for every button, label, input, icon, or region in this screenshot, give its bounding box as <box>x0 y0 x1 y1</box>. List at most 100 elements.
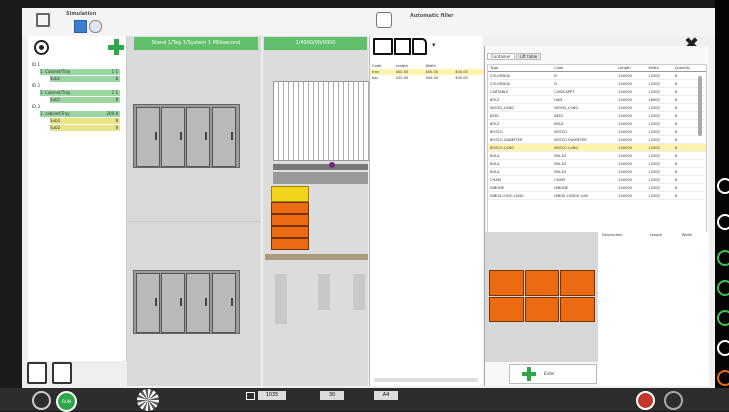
table-row[interactable]: CHAM CHAM 240000 12000 6 <box>488 175 706 184</box>
tab-0[interactable]: Container <box>487 53 515 60</box>
table-cell: WOOD_LONG <box>552 103 617 112</box>
tray-cell[interactable] <box>524 296 560 322</box>
horizontal-scrollbar[interactable] <box>374 378 478 382</box>
table-cell: 12000 <box>646 175 673 184</box>
camera-icon[interactable] <box>32 391 51 410</box>
tree-item-value: 8 <box>115 118 118 123</box>
tray-cell[interactable] <box>489 270 524 296</box>
tree-item[interactable]: 1. cabinet/Tray 200 8 <box>40 111 120 117</box>
table-row[interactable]: BULA BULA2 240000 12000 6 <box>488 159 706 168</box>
speed-dial-icon[interactable] <box>137 389 159 411</box>
save-icon[interactable] <box>394 38 411 55</box>
tray-orange-1[interactable] <box>271 202 309 214</box>
view-header-left: Stand 1/Tag 1/System 1 Millisecond <box>134 37 258 50</box>
table-row[interactable]: BULA BULA2 240000 12000 6 <box>488 151 706 160</box>
table-row[interactable]: BOSCO DIAMETER BOSCO DIAMETER 240000 12000 6 <box>488 135 706 144</box>
new-file-icon[interactable] <box>412 38 427 55</box>
tree-item-label: 1. Cabinet/Tray <box>40 90 71 95</box>
table-cell: 240000 <box>616 183 647 192</box>
target-icon[interactable] <box>34 40 49 55</box>
table-row[interactable]: BEDI BEDI 240000 12000 6 <box>488 111 706 120</box>
tree-item[interactable]: ID 3 <box>32 104 92 110</box>
vertical-scrollbar[interactable] <box>698 76 702 136</box>
column-header[interactable]: Width <box>680 232 708 238</box>
tree-item-label: 1. cabinet/Tray <box>40 111 70 116</box>
table-row[interactable]: BOSCO BOSCO 240000 12000 6 <box>488 127 706 136</box>
add-container-button[interactable]: Enter <box>509 364 597 384</box>
table-cell: CUBICAPPT <box>552 87 617 96</box>
settings-icon[interactable] <box>89 20 102 33</box>
stop-icon[interactable] <box>636 391 655 410</box>
table-row[interactable]: CARTABLE CUBICAPPT 240000 12000 6 <box>488 87 706 96</box>
table-cell: BOLE <box>488 119 553 128</box>
tray-orange-4[interactable] <box>271 238 309 250</box>
table-row[interactable]: BOLE HAN 240000 16000 6 <box>488 95 706 104</box>
table-cell: 6 <box>672 183 706 192</box>
cloud-icon[interactable] <box>717 340 729 356</box>
tree-item[interactable]: Sub1 8 <box>50 76 120 82</box>
table-cell: BOSCO <box>488 127 553 136</box>
status-icon-1[interactable] <box>717 250 729 266</box>
list-view-icon[interactable] <box>74 20 87 33</box>
tree-item-label: Sub1 <box>50 97 61 102</box>
tray-cell[interactable] <box>560 296 595 322</box>
tree-item[interactable]: ID 2 <box>32 83 92 89</box>
cabinet-view: Stand 1/Tag 1/System 1 Millisecond <box>127 36 261 386</box>
tray-cell[interactable] <box>489 296 524 322</box>
status-icon-3[interactable] <box>717 310 729 326</box>
tray-orange-2[interactable] <box>271 214 309 226</box>
table-row[interactable]: BOSCO LUNG BOSCO LUNG 240000 12000 6 <box>488 143 706 152</box>
position-field-3[interactable]: A4 <box>374 391 398 400</box>
table-cell: 12000 <box>646 111 673 120</box>
table-cell: 6 <box>672 159 706 168</box>
tray-cell[interactable] <box>524 270 560 296</box>
tree-item[interactable]: Sub2 8 <box>50 125 120 131</box>
column-header[interactable]: Length <box>648 232 680 238</box>
position-field-2[interactable]: 30 <box>320 391 344 400</box>
tree-item[interactable]: ID 1 <box>32 62 92 68</box>
position-field-1[interactable]: 1035 <box>258 391 286 400</box>
tree-item[interactable]: 1. Cabinet/Tray 1 1 <box>40 69 120 75</box>
expand-icon[interactable] <box>36 13 50 27</box>
lift-handle-icon[interactable] <box>329 162 335 168</box>
table-cell: 400.00 <box>455 76 468 80</box>
tree-item[interactable]: Sub1 8 <box>50 118 120 124</box>
add-icon[interactable] <box>108 39 124 55</box>
report-icon[interactable] <box>27 362 47 384</box>
list-panel: ▾ Code Length Width tray 400.00 400.00 400.00… <box>369 36 483 386</box>
filter-icon[interactable]: ▾ <box>432 41 436 49</box>
table-row[interactable]: BOLE BOLE 240000 12000 6 <box>488 119 706 128</box>
tree-item[interactable]: 1. Cabinet/Tray 1 1 <box>40 90 120 96</box>
table-cell: 240000 <box>616 175 647 184</box>
user-icon[interactable] <box>717 214 729 230</box>
table-cell: 12000 <box>646 159 673 168</box>
power-icon[interactable] <box>717 178 729 194</box>
open-folder-icon[interactable] <box>373 38 393 55</box>
table-row[interactable]: DIBONE DIBONE 240000 12000 6 <box>488 183 706 192</box>
table-row[interactable]: COLORBOX B 240000 12000 6 <box>488 71 706 80</box>
close-icon[interactable] <box>664 391 683 410</box>
table-cell: 240000 <box>616 71 647 80</box>
table-row[interactable]: WOOD_LONG WOOD_LONG 240000 12000 6 <box>488 103 706 112</box>
tree-item[interactable]: Sub1 8 <box>50 97 120 103</box>
run-button[interactable]: RUN <box>56 391 77 412</box>
tab-1[interactable]: Lift table <box>515 53 542 60</box>
table-cell: 12000 <box>646 103 673 112</box>
alert-icon[interactable] <box>717 370 729 386</box>
print-icon[interactable] <box>52 362 72 384</box>
tray-yellow[interactable] <box>271 186 309 202</box>
tray-cell[interactable] <box>560 270 595 296</box>
column-header[interactable]: Description <box>600 232 648 238</box>
table-row[interactable]: bsc 200.00 400.00 400.00 <box>370 75 483 81</box>
tray-orange-3[interactable] <box>271 226 309 238</box>
tree-item-label: Sub1 <box>50 76 61 81</box>
view-header-right: 1/4000/00/0000 <box>264 37 367 50</box>
table-row[interactable]: COLORBOX D 240000 12000 6 <box>488 79 706 88</box>
table-cell: BULA <box>488 167 553 176</box>
cabinet-upper[interactable] <box>133 104 240 168</box>
table-row[interactable]: DIBOX LONG LUNG DIBOX LONGH LUN 240000 1200… <box>488 191 706 200</box>
table-row[interactable]: BULA BULA3 240000 12000 6 <box>488 167 706 176</box>
cabinet-lower[interactable] <box>133 270 240 334</box>
status-icon-2[interactable] <box>717 280 729 296</box>
filler-icon[interactable] <box>376 12 392 28</box>
